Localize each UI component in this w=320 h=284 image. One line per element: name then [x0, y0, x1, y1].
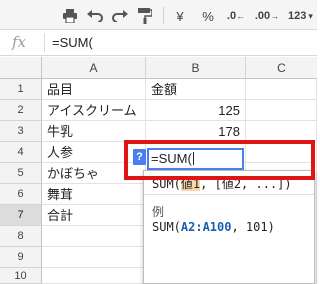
- column-header-a[interactable]: A: [42, 57, 146, 79]
- example-formula: SUM(A2:A100, 101): [152, 220, 275, 234]
- more-formats-label: 123: [288, 10, 307, 22]
- cell-c3[interactable]: [246, 121, 317, 142]
- cell-a1[interactable]: 品目: [42, 79, 146, 100]
- toolbar-divider: [163, 7, 164, 24]
- tooltip-divider: [144, 194, 314, 195]
- example-range: A2:A100: [180, 220, 232, 234]
- cell-b3[interactable]: 178: [146, 121, 246, 142]
- print-icon: [63, 9, 77, 23]
- formula-input[interactable]: =SUM(: [52, 35, 93, 50]
- undo-icon: [87, 10, 103, 22]
- function-help-tooltip: SUM(値1, [値2, ...]) 例 SUM(A2:A100, 101): [143, 170, 315, 284]
- cell-b1[interactable]: 金額: [146, 79, 246, 100]
- cell-a8[interactable]: [42, 226, 146, 247]
- print-button[interactable]: [60, 6, 80, 26]
- row-header[interactable]: 10: [0, 268, 42, 284]
- undo-button[interactable]: [85, 6, 105, 26]
- row-header[interactable]: 2: [0, 100, 42, 121]
- cell-a9[interactable]: [42, 247, 146, 268]
- paint-format-button[interactable]: [135, 6, 155, 26]
- formula-bar: fx =SUM(: [0, 30, 317, 56]
- highlight-annotation-box: [124, 140, 315, 180]
- cell-a3[interactable]: 牛乳: [42, 121, 146, 142]
- increase-decimal-label: .00: [254, 10, 271, 22]
- decrease-decimal-label: .0: [226, 10, 237, 22]
- currency-format-button[interactable]: ¥: [172, 6, 188, 26]
- cell-a7[interactable]: 合計: [42, 205, 146, 226]
- decrease-decimal-button[interactable]: .0 ←: [224, 6, 248, 26]
- column-header-c[interactable]: C: [246, 57, 317, 79]
- row-header[interactable]: 7: [0, 205, 42, 226]
- example-fn: SUM(: [152, 220, 181, 234]
- cell-c1[interactable]: [246, 79, 317, 100]
- toolbar: ¥ % .0 ← .00 → 123 ▾: [0, 0, 317, 30]
- cell-a6[interactable]: 舞茸: [42, 184, 146, 205]
- cell-a2[interactable]: アイスクリーム: [42, 100, 146, 121]
- fx-icon: fx: [12, 33, 27, 51]
- left-arrow-icon: ←: [236, 11, 246, 21]
- cell-c2[interactable]: [246, 100, 317, 121]
- redo-icon: [112, 10, 128, 22]
- percent-format-button[interactable]: %: [199, 6, 217, 26]
- row-header[interactable]: 4: [0, 142, 42, 163]
- example-rest: , 101): [231, 220, 275, 234]
- chevron-down-icon: ▾: [308, 10, 313, 21]
- right-arrow-icon: →: [270, 11, 280, 21]
- more-formats-button[interactable]: 123 ▾: [284, 6, 317, 26]
- paint-format-icon: [138, 8, 152, 24]
- row-header[interactable]: 9: [0, 247, 42, 268]
- column-header-b[interactable]: B: [146, 57, 246, 79]
- select-all-corner[interactable]: [0, 57, 42, 79]
- row-header[interactable]: 3: [0, 121, 42, 142]
- row-header[interactable]: 1: [0, 79, 42, 100]
- row-header[interactable]: 8: [0, 226, 42, 247]
- example-label: 例: [152, 205, 165, 219]
- cell-b2[interactable]: 125: [146, 100, 246, 121]
- row-header[interactable]: 6: [0, 184, 42, 205]
- increase-decimal-button[interactable]: .00 →: [253, 6, 281, 26]
- cell-a10[interactable]: [42, 268, 146, 284]
- redo-button[interactable]: [110, 6, 130, 26]
- row-header[interactable]: 5: [0, 163, 42, 184]
- formula-bar-divider: [44, 33, 45, 52]
